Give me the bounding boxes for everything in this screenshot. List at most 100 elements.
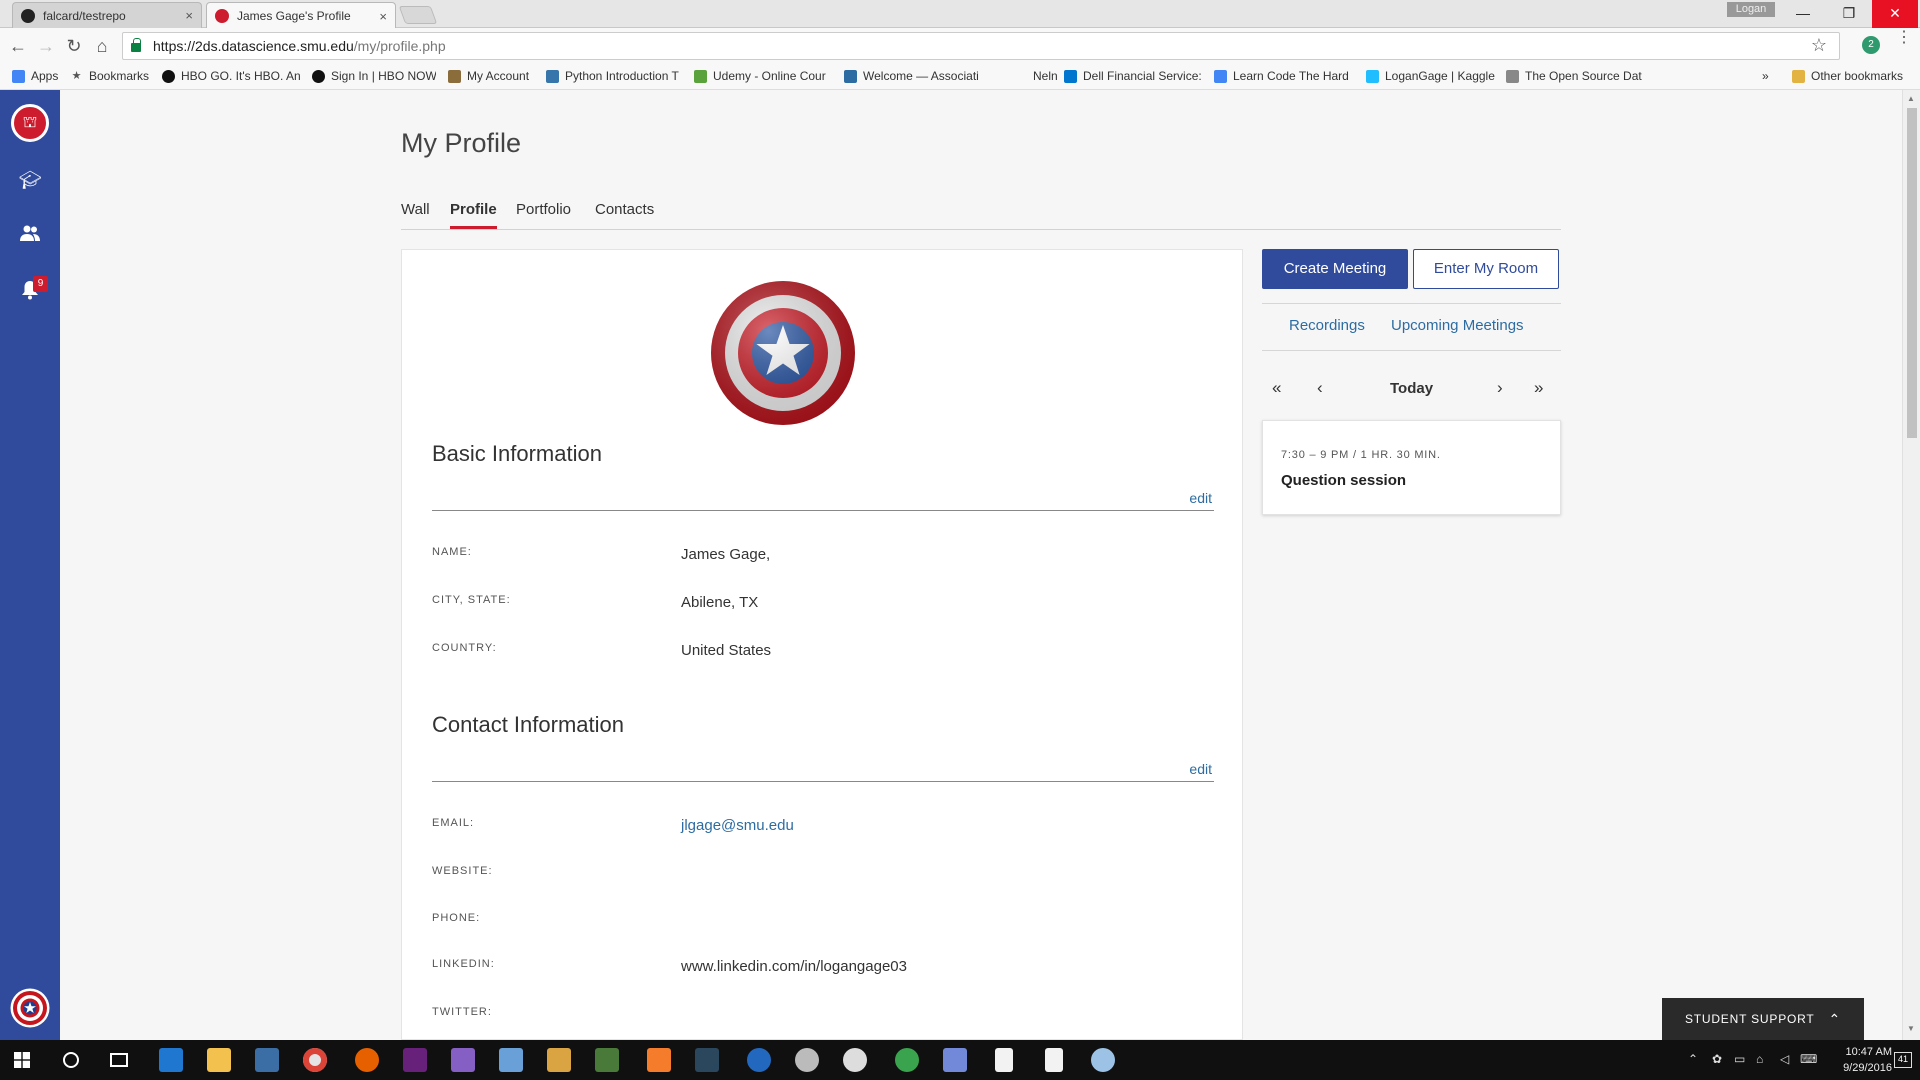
create-meeting-button[interactable]: Create Meeting — [1262, 249, 1408, 289]
new-tab-button[interactable] — [398, 6, 438, 24]
user-avatar[interactable] — [10, 988, 50, 1028]
student-support-button[interactable]: STUDENT SUPPORT ⌃ — [1662, 998, 1864, 1040]
profile-card: Basic Information edit NAME: James Gage,… — [401, 249, 1243, 1040]
other-bookmarks-folder[interactable]: Other bookmarks — [1792, 69, 1903, 83]
chrome-icon[interactable] — [303, 1048, 327, 1072]
search-icon[interactable] — [63, 1052, 79, 1068]
app-icon[interactable] — [595, 1048, 619, 1072]
extension-icon[interactable]: 2 — [1862, 36, 1880, 54]
profile-picture-shield[interactable] — [710, 280, 856, 426]
notification-badge: 9 — [33, 276, 48, 292]
visual-studio-icon[interactable] — [451, 1048, 475, 1072]
tab-contacts[interactable]: Contacts — [595, 201, 654, 226]
graduation-cap-icon[interactable]: 🎓︎ — [18, 168, 42, 192]
file-icon[interactable] — [995, 1048, 1013, 1072]
bookmark-item[interactable]: HBO GO. It's HBO. An — [162, 69, 300, 83]
scroll-down-icon[interactable]: ▼ — [1907, 1024, 1915, 1033]
calendar-first-icon[interactable]: « — [1272, 378, 1281, 398]
volume-icon[interactable]: ◁ — [1780, 1052, 1789, 1066]
app-icon[interactable] — [843, 1048, 867, 1072]
r-icon[interactable] — [747, 1048, 771, 1072]
discord-icon[interactable] — [943, 1048, 967, 1072]
language-icon[interactable]: ⌨ — [1800, 1052, 1817, 1066]
notification-center-icon[interactable]: 41 — [1894, 1052, 1912, 1068]
tray-app-icon[interactable]: ✿ — [1712, 1052, 1722, 1066]
country-value: United States — [681, 642, 772, 659]
bookmark-item[interactable]: My Account — [448, 69, 529, 83]
bookmark-star-icon[interactable]: ☆ — [1811, 35, 1827, 56]
country-label: COUNTRY: — [432, 642, 497, 654]
app-icon[interactable] — [795, 1048, 819, 1072]
tab-profile[interactable]: Profile — [450, 201, 497, 229]
battery-icon[interactable]: ▭ — [1734, 1052, 1745, 1066]
phone-label: PHONE: — [432, 912, 481, 924]
name-label: NAME: — [432, 546, 472, 558]
scrollbar-thumb[interactable] — [1907, 108, 1917, 438]
restore-button[interactable]: ❐ — [1826, 0, 1872, 28]
reload-icon[interactable]: ↻ — [62, 34, 86, 58]
users-icon[interactable] — [18, 224, 42, 248]
calendar-last-icon[interactable]: » — [1534, 378, 1543, 398]
file-icon[interactable] — [1045, 1048, 1063, 1072]
windows-start-icon[interactable] — [14, 1052, 30, 1068]
network-icon[interactable]: ⌂ — [1756, 1052, 1763, 1066]
home-icon[interactable]: ⌂ — [90, 34, 114, 58]
app-icon[interactable] — [499, 1048, 523, 1072]
forward-arrow-icon[interactable]: → — [34, 34, 58, 58]
bookmark-item[interactable]: Sign In | HBO NOW — [312, 69, 436, 83]
firefox-icon[interactable] — [355, 1048, 379, 1072]
bookmark-item[interactable]: ★ Bookmarks — [70, 69, 149, 83]
bookmark-item[interactable]: Apps — [12, 69, 58, 83]
app-icon[interactable] — [1091, 1048, 1115, 1072]
close-icon[interactable]: × — [379, 9, 387, 24]
contact-info-edit-link[interactable]: edit — [1189, 761, 1212, 777]
email-value[interactable]: jlgage@smu.edu — [681, 817, 794, 834]
scroll-up-icon[interactable]: ▲ — [1907, 94, 1915, 103]
steam-icon[interactable] — [695, 1048, 719, 1072]
nelnet-icon — [1014, 70, 1027, 83]
upcoming-meetings-link[interactable]: Upcoming Meetings — [1391, 317, 1524, 334]
bookmark-item[interactable]: Nelnet — [1014, 69, 1058, 83]
tab-wall[interactable]: Wall — [401, 201, 430, 226]
system-clock[interactable]: 10:47 AM 9/29/2016 — [1832, 1044, 1892, 1076]
browser-user-chip[interactable]: Logan — [1727, 2, 1775, 17]
basic-info-title: Basic Information — [432, 441, 602, 466]
browser-tab-profile[interactable]: James Gage's Profile × — [206, 2, 396, 29]
address-bar[interactable]: https://2ds.datascience.smu.edu /my/prof… — [122, 32, 1840, 60]
bookmark-item[interactable]: Learn Code The Hard — [1214, 69, 1349, 83]
smu-logo-icon[interactable]: ⛫ — [11, 104, 49, 142]
tab-portfolio[interactable]: Portfolio — [516, 201, 571, 226]
app-icon[interactable] — [547, 1048, 571, 1072]
task-view-icon[interactable] — [110, 1053, 128, 1067]
recordings-link[interactable]: Recordings — [1289, 317, 1365, 334]
calendar-prev-icon[interactable]: ‹ — [1317, 378, 1323, 398]
app-icon[interactable] — [647, 1048, 671, 1072]
calendar-today-label[interactable]: Today — [1390, 380, 1433, 397]
bookmark-item[interactable]: Python Introduction T — [546, 69, 679, 83]
close-icon[interactable]: × — [185, 8, 193, 23]
enter-my-room-button[interactable]: Enter My Room — [1413, 249, 1559, 289]
bookmark-item[interactable]: The Open Source Dat — [1506, 69, 1642, 83]
window-close-button[interactable]: ✕ — [1872, 0, 1918, 28]
meeting-card[interactable]: 7:30 – 9 PM / 1 HR. 30 MIN. Question ses… — [1262, 420, 1561, 515]
edge-icon[interactable] — [159, 1048, 183, 1072]
bookmark-item[interactable]: Dell Financial Service: — [1064, 69, 1202, 83]
app-icon[interactable] — [255, 1048, 279, 1072]
tray-chevron-icon[interactable]: ⌃ — [1688, 1052, 1698, 1066]
bookmarks-overflow-button[interactable]: » — [1762, 69, 1769, 83]
visual-studio-icon[interactable] — [403, 1048, 427, 1072]
calendar-next-icon[interactable]: › — [1497, 378, 1503, 398]
bookmark-item[interactable]: Welcome — Associati — [844, 69, 979, 83]
file-explorer-icon[interactable] — [207, 1048, 231, 1072]
star-icon: ★ — [71, 69, 82, 82]
page-scrollbar[interactable]: ▲ ▼ — [1902, 90, 1920, 1040]
basic-info-edit-link[interactable]: edit — [1189, 490, 1212, 506]
bookmark-item[interactable]: LoganGage | Kaggle — [1366, 69, 1495, 83]
bookmark-label: LoganGage | Kaggle — [1385, 69, 1495, 83]
back-arrow-icon[interactable]: ← — [6, 34, 30, 58]
minimize-button[interactable]: — — [1780, 0, 1826, 28]
browser-menu-icon[interactable]: ⋮ — [1896, 30, 1912, 46]
bookmark-item[interactable]: Udemy - Online Cour — [694, 69, 826, 83]
app-icon[interactable] — [895, 1048, 919, 1072]
browser-tab-github[interactable]: falcard/testrepo × — [12, 2, 202, 28]
